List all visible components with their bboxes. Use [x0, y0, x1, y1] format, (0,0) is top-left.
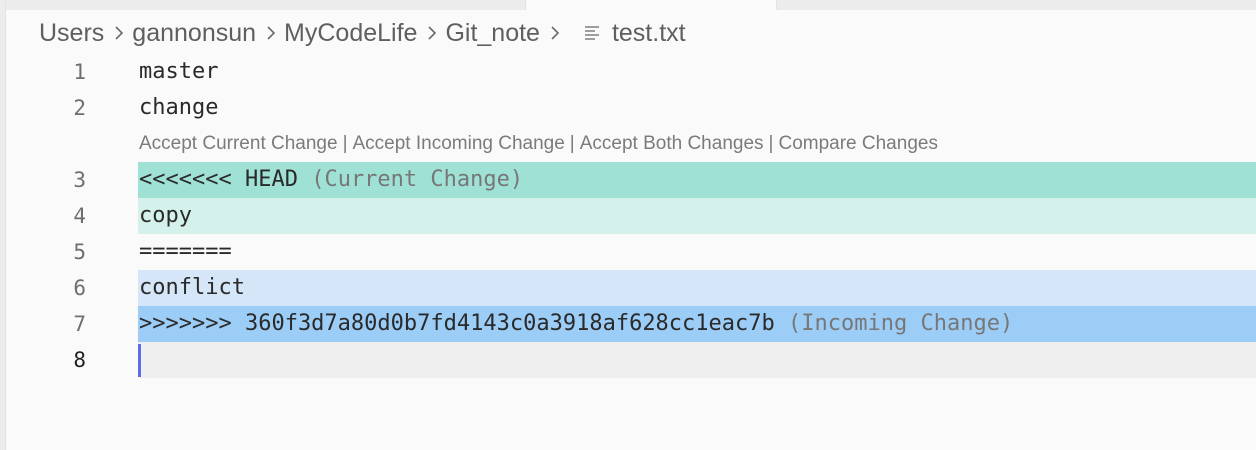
accept-incoming-change-link[interactable]: Accept Incoming Change — [353, 133, 565, 154]
line-number: 7 — [73, 312, 86, 336]
line-number: 3 — [73, 168, 86, 192]
line-number: 6 — [73, 276, 86, 300]
line-text[interactable]: change — [138, 90, 1256, 126]
line-content[interactable]: <<<<<<< HEAD (Current Change) — [138, 162, 1256, 198]
accept-both-changes-link[interactable]: Accept Both Changes — [580, 133, 764, 154]
text-cursor — [138, 344, 141, 377]
line-number: 1 — [73, 60, 86, 84]
incoming-change-marker[interactable]: >>>>>>> 360f3d7a80d0b7fd4143c0a3918af628… — [139, 311, 775, 336]
conflict-separator-line[interactable]: ======= — [138, 234, 1256, 270]
line-number: 5 — [73, 240, 86, 264]
line-content[interactable]: >>>>>>> 360f3d7a80d0b7fd4143c0a3918af628… — [138, 306, 1256, 342]
code-line-6[interactable]: 6 conflict — [0, 270, 1256, 306]
codelens-separator: | — [768, 133, 774, 154]
chevron-right-icon — [427, 25, 437, 41]
text-file-icon — [584, 25, 600, 41]
active-tab[interactable] — [525, 0, 777, 10]
code-line-7[interactable]: 7 >>>>>>> 360f3d7a80d0b7fd4143c0a3918af6… — [0, 306, 1256, 342]
codelens-separator: | — [342, 133, 348, 154]
line-number: 2 — [73, 96, 86, 120]
editor[interactable]: 1 master 2 change Accept Current Change |… — [0, 54, 1256, 378]
line-text[interactable] — [138, 342, 1256, 378]
chevron-right-icon — [550, 25, 560, 41]
line-number: 8 — [73, 348, 86, 372]
code-line-8[interactable]: 8 — [0, 342, 1256, 378]
breadcrumb-item-gannonsun[interactable]: gannonsun — [132, 19, 256, 48]
tab-strip — [0, 0, 1256, 10]
line-text[interactable]: conflict — [138, 270, 1256, 306]
accept-current-change-link[interactable]: Accept Current Change — [139, 133, 338, 154]
codelens-separator: | — [569, 133, 575, 154]
compare-changes-link[interactable]: Compare Changes — [778, 133, 937, 154]
breadcrumb-item-git-note[interactable]: Git_note — [445, 19, 540, 48]
incoming-change-hint: (Incoming Change) — [788, 311, 1014, 336]
code-line-3[interactable]: 3 <<<<<<< HEAD (Current Change) — [0, 162, 1256, 198]
line-text[interactable]: copy — [138, 198, 1256, 234]
line-text[interactable]: master — [138, 54, 1256, 90]
code-line-2[interactable]: 2 change — [0, 90, 1256, 126]
current-change-hint: (Current Change) — [311, 167, 524, 192]
chevron-right-icon — [114, 25, 124, 41]
breadcrumb: Users gannonsun MyCodeLife Git_note test… — [39, 16, 686, 50]
chevron-right-icon — [266, 25, 276, 41]
breadcrumb-item-file[interactable]: test.txt — [612, 19, 686, 48]
code-line-4[interactable]: 4 copy — [0, 198, 1256, 234]
breadcrumb-item-mycodelife[interactable]: MyCodeLife — [284, 19, 417, 48]
merge-conflict-codelens: Accept Current Change | Accept Incoming Ch… — [0, 126, 1256, 162]
code-line-5[interactable]: 5 ======= — [0, 234, 1256, 270]
code-line-1[interactable]: 1 master — [0, 54, 1256, 90]
current-change-marker[interactable]: <<<<<<< HEAD — [139, 167, 298, 192]
line-number: 4 — [73, 204, 86, 228]
breadcrumb-item-users[interactable]: Users — [39, 19, 104, 48]
